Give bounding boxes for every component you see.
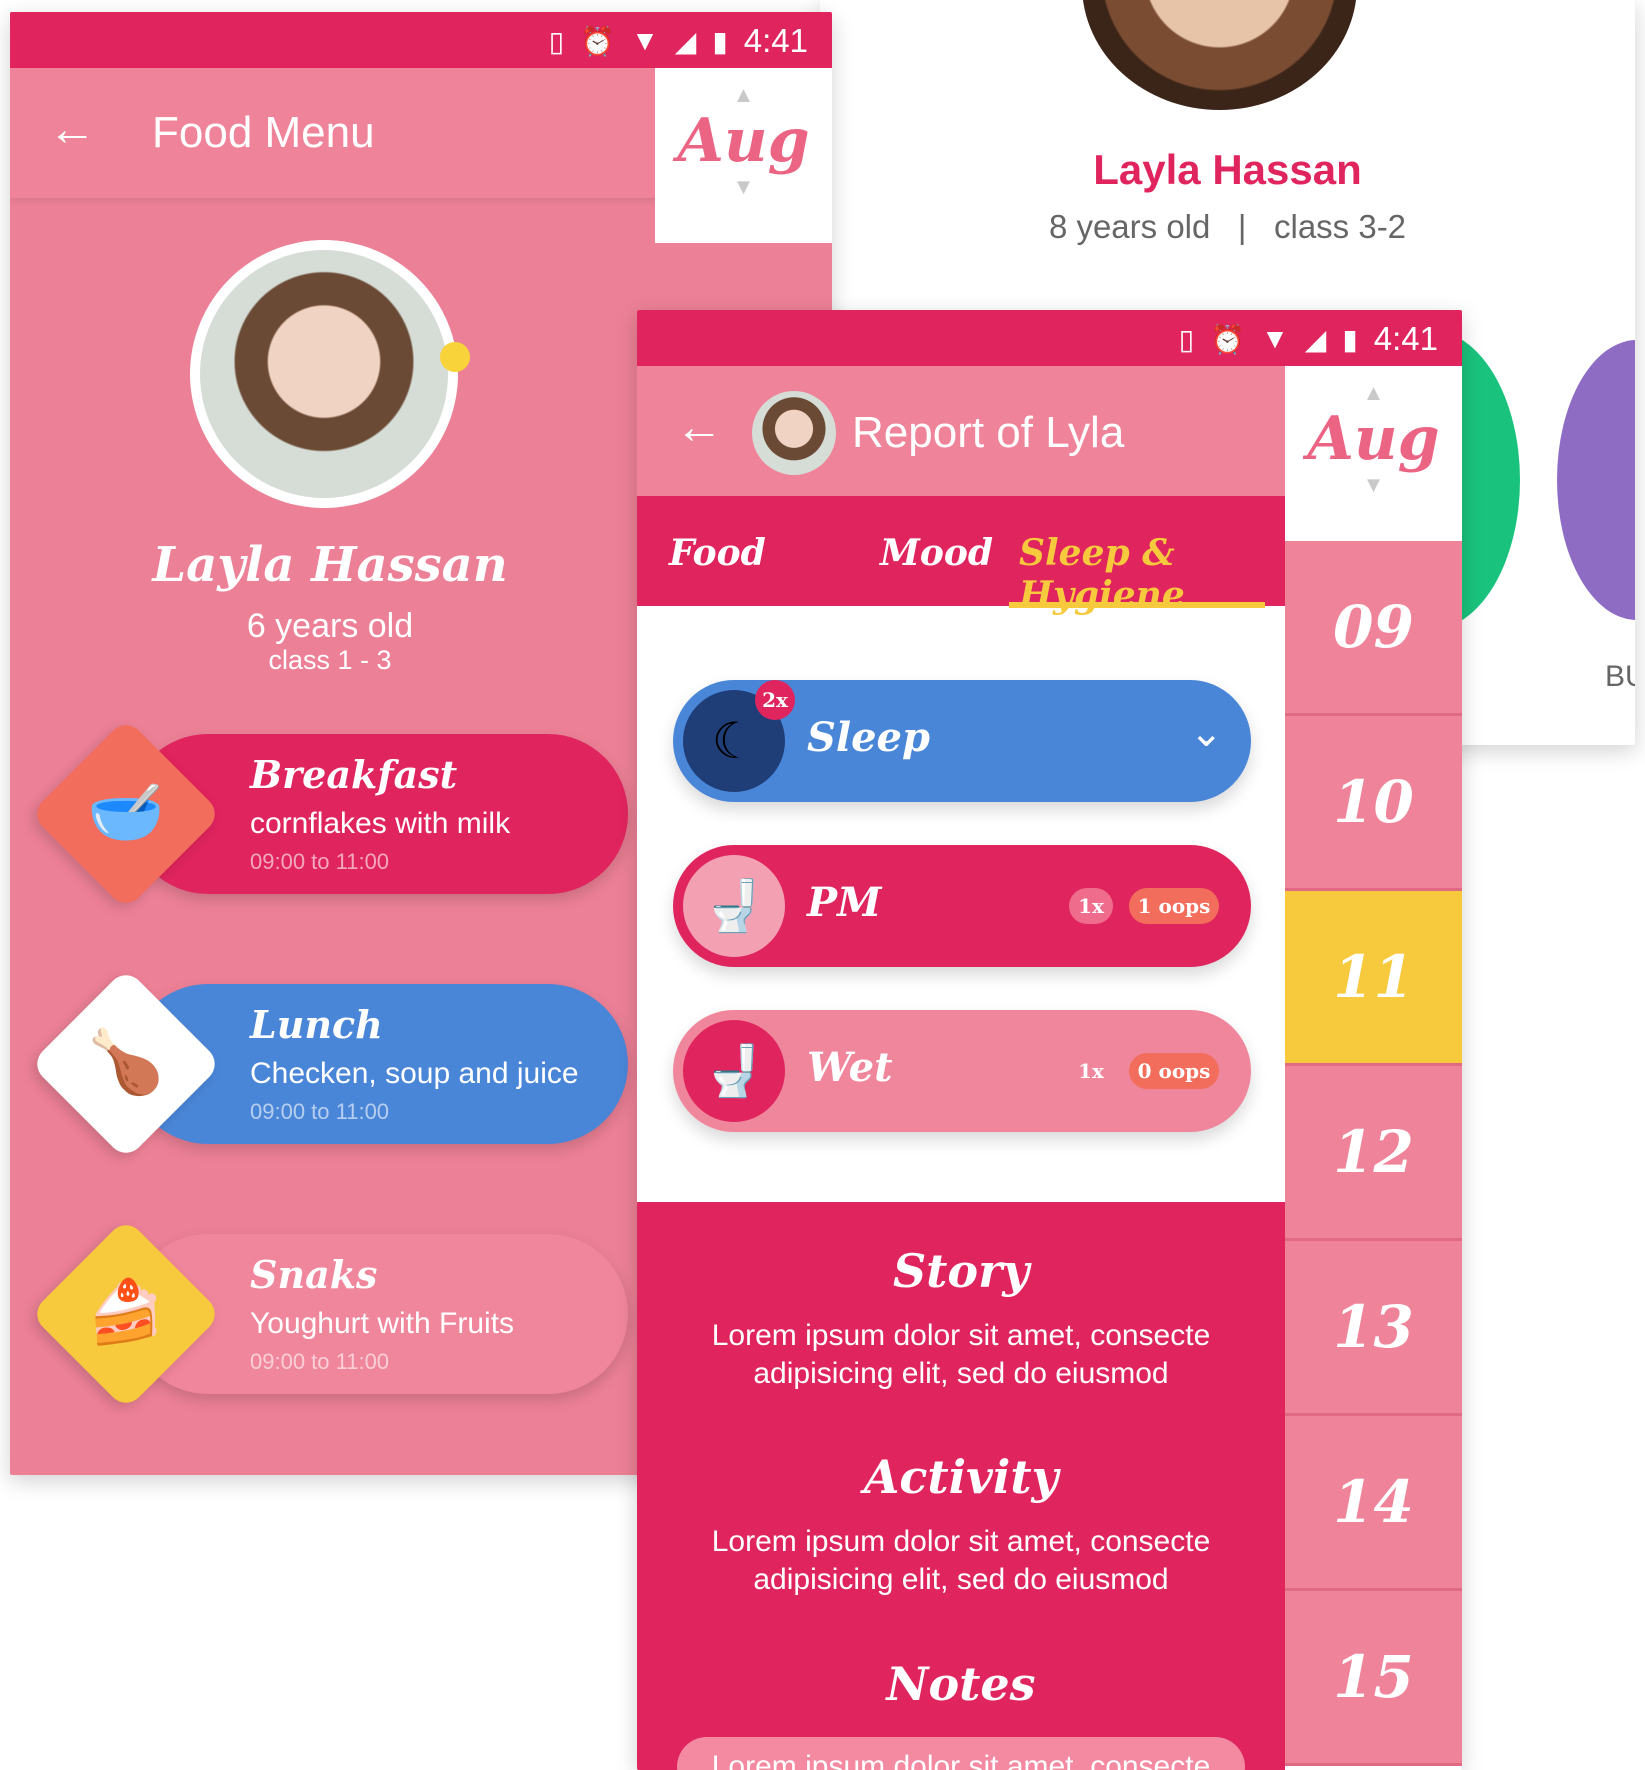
item-label: PM <box>807 879 882 926</box>
report-sections: Story Lorem ipsum dolor sit amet, consec… <box>637 1202 1285 1770</box>
profile-separator: | <box>1237 208 1247 245</box>
child-name: Layla Hassan <box>152 537 508 593</box>
tab-mood[interactable]: Mood <box>880 532 993 574</box>
day-item-selected[interactable]: 11 <box>1285 891 1462 1066</box>
battery-icon: ▮ <box>712 25 728 57</box>
meal-description: cornflakes with milk <box>250 807 511 840</box>
chevron-down-icon[interactable]: ▼ <box>1285 474 1462 496</box>
child-age: 6 years old <box>246 607 414 645</box>
count-badge: 1x <box>1078 1059 1104 1083</box>
child-class: class 1 - 3 <box>268 645 392 675</box>
meal-time: 09:00 to 11:00 <box>250 1099 390 1124</box>
item-label: Wet <box>807 1044 893 1091</box>
tab-food[interactable]: Food <box>669 532 766 574</box>
day-item[interactable]: 13 <box>1285 1241 1462 1416</box>
vibrate-icon: ▯ <box>548 25 565 57</box>
tab-bar: Food Mood Sleep & Hygiene <box>637 496 1285 616</box>
meal-description: Youghurt with Fruits <box>250 1307 515 1340</box>
profile-details: 8 years old | class 3-2 <box>820 208 1635 246</box>
activity-body: Lorem ipsum dolor sit amet, consecte adi… <box>711 1525 1211 1596</box>
toilet-icon: 🚽 <box>683 1020 785 1122</box>
sun-icon <box>440 342 470 372</box>
battery-icon: ▮ <box>1342 323 1358 355</box>
meal-title: Breakfast <box>250 752 458 797</box>
month-label: Aug <box>1307 404 1440 474</box>
page-title: Food Menu <box>152 108 375 157</box>
day-picker: 09 10 11 12 13 14 15 <box>1285 541 1462 1770</box>
bowl-icon: 🥣 <box>87 778 165 847</box>
item-label: Sleep <box>807 714 930 761</box>
meal-title: Snaks <box>250 1252 378 1297</box>
status-bar: ▯ ⏰ ▼ ◢ ▮ 4:41 <box>637 310 1462 366</box>
sleep-item[interactable]: ☾ 2x Sleep ⌄ <box>673 680 1251 802</box>
cake-icon: 🍰 <box>87 1278 165 1347</box>
chevron-down-icon[interactable]: ▼ <box>655 176 832 198</box>
wifi-icon: ▼ <box>1261 323 1289 354</box>
month-label: Aug <box>677 106 810 176</box>
count-badge: 1x <box>1069 888 1113 924</box>
app-bar: ← Report of Lyla <box>637 366 1285 496</box>
chevron-up-icon[interactable]: ▲ <box>655 84 832 106</box>
alarm-icon: ⏰ <box>580 25 616 57</box>
story-title: Story <box>892 1244 1030 1298</box>
day-item[interactable]: 12 <box>1285 1066 1462 1241</box>
activity-title: Activity <box>863 1450 1059 1504</box>
toilet-icon: 🚽 <box>683 855 785 957</box>
count-badge: 2x <box>755 680 795 720</box>
active-tab-indicator <box>1009 602 1265 608</box>
day-item[interactable]: 10 <box>1285 716 1462 891</box>
page-title: Report of Lyla <box>852 408 1125 457</box>
oops-badge: 1 oops <box>1129 888 1219 924</box>
alarm-icon: ⏰ <box>1210 323 1246 355</box>
vibrate-icon: ▯ <box>1178 323 1195 355</box>
day-item[interactable]: 15 <box>1285 1591 1462 1766</box>
signal-icon: ◢ <box>674 25 697 57</box>
chevron-down-icon[interactable]: ⌄ <box>1189 710 1223 756</box>
chevron-up-icon[interactable]: ▲ <box>1285 382 1462 404</box>
profile-class: class 3-2 <box>1273 208 1407 245</box>
meal-title: Lunch <box>250 1002 383 1047</box>
story-body: Lorem ipsum dolor sit amet, consecte adi… <box>711 1319 1211 1390</box>
wifi-icon: ▼ <box>631 25 659 56</box>
profile-name: Layla Hassan <box>1093 146 1362 193</box>
day-item[interactable]: 09 <box>1285 541 1462 716</box>
report-screen: ▯ ⏰ ▼ ◢ ▮ 4:41 ← Report of Lyla ▲ Aug ▼ … <box>637 310 1462 1770</box>
child-avatar <box>190 240 458 508</box>
avatar <box>752 391 836 475</box>
wet-item[interactable]: 🚽 Wet 1x 0 oops <box>673 1010 1251 1132</box>
month-picker[interactable]: ▲ Aug ▼ <box>655 68 832 243</box>
purple-stat-circle <box>1557 340 1635 620</box>
app-bar: ← Food Menu <box>10 68 660 198</box>
meal-time: 09:00 to 11:00 <box>250 1349 390 1374</box>
signal-icon: ◢ <box>1304 323 1327 355</box>
month-picker[interactable]: ▲ Aug ▼ <box>1285 366 1462 541</box>
back-arrow-icon[interactable]: ← <box>48 102 96 157</box>
day-item[interactable]: 14 <box>1285 1416 1462 1591</box>
meal-time: 09:00 to 11:00 <box>250 849 390 874</box>
oops-badge: 0 oops <box>1129 1053 1219 1089</box>
meal-description: Checken, soup and juice <box>250 1057 579 1090</box>
profile-age: 8 years old <box>1048 208 1211 245</box>
partial-label: BU <box>1605 660 1635 693</box>
status-time: 4:41 <box>743 22 808 59</box>
status-bar: ▯ ⏰ ▼ ◢ ▮ 4:41 <box>10 12 832 68</box>
notes-field[interactable]: Lorem ipsum dolor sit amet, consecte <box>677 1737 1245 1770</box>
back-arrow-icon[interactable]: ← <box>675 400 723 455</box>
status-time: 4:41 <box>1373 320 1438 357</box>
chicken-icon: 🍗 <box>87 1028 165 1097</box>
pm-item[interactable]: 🚽 PM 1x 1 oops <box>673 845 1251 967</box>
notes-title: Notes <box>886 1657 1036 1711</box>
profile-photo <box>1082 0 1357 110</box>
